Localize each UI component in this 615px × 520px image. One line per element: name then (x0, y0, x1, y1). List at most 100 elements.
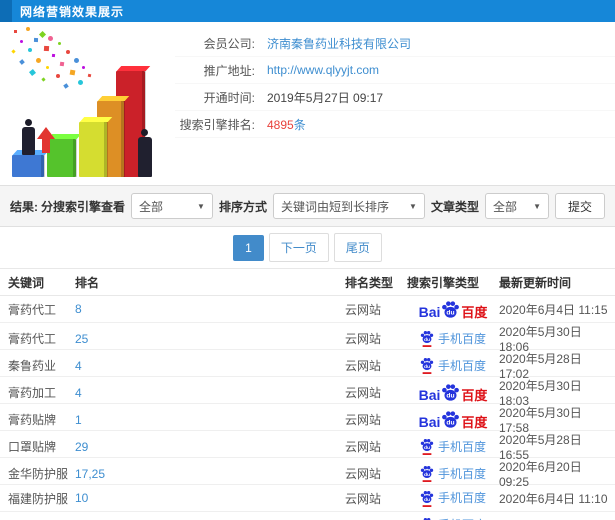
open-time-value: 2019年5月27日 09:17 (267, 90, 384, 105)
mobile-baidu-logo: du 手机百度 (420, 330, 486, 347)
table-body: 膏药代工 8 云网站 Bai du 百度 2020年6月4日 11:15 膏药代工 … (0, 296, 615, 520)
keyword-cell: 膏药代工 (8, 332, 57, 346)
chevron-down-icon: ▼ (533, 201, 541, 211)
chart-bar-green (47, 139, 77, 177)
sort-select[interactable]: 关键词由短到长排序 ▼ (272, 193, 425, 219)
baidu-paw-icon: du (420, 466, 434, 482)
businessman-figure-right (138, 129, 152, 177)
rank-link[interactable]: 25 (75, 332, 345, 346)
baidu-logo-cn: 百度 (461, 304, 488, 320)
engine-cell: du手机百度 (407, 357, 499, 374)
mobile-baidu-label: 手机百度 (437, 331, 486, 346)
chart-bar-blue (12, 155, 45, 177)
table-row: 福建防护服 10 云网站 du 手机百度 2020年6月4日 11:10 (0, 485, 615, 512)
baidu-paw-icon: du (420, 490, 434, 507)
svg-text:du: du (424, 337, 430, 343)
engine-select[interactable]: 全部 ▼ (130, 193, 213, 219)
filter-controls: 分搜索引擎查看 全部 ▼ 排序方式 关键词由短到长排序 ▼ 文章类型 全部 ▼ … (41, 193, 605, 219)
rank-count-unit: 条 (293, 117, 306, 132)
info-row-url: 推广地址: http://www.qlyyjt.com (175, 57, 615, 84)
chart-bar-yellow (79, 122, 108, 177)
col-rank-type: 排名类型 (345, 275, 394, 290)
svg-text:du: du (424, 472, 430, 478)
next-page-button[interactable]: 下一页 (268, 233, 329, 262)
page-1-button[interactable]: 1 (233, 234, 264, 261)
engine-cell: Bai du 百度 (407, 383, 499, 402)
company-link[interactable]: 济南秦鲁药业科技有限公司 (267, 35, 411, 52)
result-label: 结果: (10, 199, 38, 214)
keyword-cell: 膏药贴牌 (8, 413, 57, 427)
rank-type-cell: 云网站 (345, 413, 382, 427)
rank-type-cell: 云网站 (345, 491, 382, 506)
col-updated: 最新更新时间 (499, 275, 572, 290)
sort-filter-label: 排序方式 (218, 199, 267, 214)
table-row: 秦鲁药业 4 云网站 du 手机百度 2020年5月28日 17:02 (0, 350, 615, 381)
mobile-baidu-label: 手机百度 (437, 491, 486, 505)
rank-type-cell: 云网站 (345, 467, 382, 481)
baidu-logo: Bai du 百度 (419, 383, 488, 403)
title-bar-accent (0, 0, 12, 22)
updated-cell: 2020年6月4日 11:10 (499, 491, 608, 506)
updated-cell: 2020年6月20日 09:25 (499, 460, 582, 489)
article-type-label: 文章类型 (430, 199, 479, 214)
baidu-logo-bai: Bai (418, 303, 441, 320)
baidu-logo-cn: 百度 (461, 415, 488, 430)
table-row: du手机百度 (0, 512, 615, 520)
col-engine: 搜索引擎类型 (407, 275, 480, 290)
rank-link[interactable]: 4 (75, 386, 345, 400)
svg-text:du: du (447, 393, 455, 400)
rank-link[interactable]: 17,25 (75, 467, 345, 481)
rank-link[interactable]: 8 (75, 302, 345, 316)
baidu-paw-icon: du (420, 439, 434, 455)
rank-type-cell: 云网站 (345, 386, 382, 400)
last-page-button[interactable]: 尾页 (333, 233, 382, 262)
chevron-down-icon: ▼ (409, 201, 417, 211)
rank-count-number: 4895 (267, 117, 294, 132)
baidu-logo-cn: 百度 (461, 388, 488, 403)
info-section: 会员公司: 济南秦鲁药业科技有限公司 推广地址: http://www.qlyy… (0, 22, 615, 185)
engine-select-value: 全部 (138, 199, 163, 214)
keyword-cell: 福建防护服 (8, 491, 69, 506)
rank-link[interactable]: 4 (75, 359, 345, 373)
keyword-cell: 膏药代工 (8, 302, 57, 317)
table-row: 金华防护服 17,25 云网站 du 手机百度 2020年6月20日 09:25 (0, 458, 615, 489)
title-bar: 网络营销效果展示 (0, 0, 615, 22)
mobile-baidu-label: 手机百度 (437, 439, 486, 454)
table-header: 关键词 排名 排名类型 搜索引擎类型 最新更新时间 (0, 268, 615, 296)
pagination: 1 下一页 尾页 (0, 227, 615, 268)
svg-text:du: du (424, 496, 430, 502)
promo-url-label: 推广地址: (203, 63, 255, 78)
businessman-figure-left (22, 119, 35, 155)
info-row-open-time: 开通时间: 2019年5月27日 09:17 (175, 84, 615, 111)
open-time-label: 开通时间: (203, 90, 255, 105)
mobile-baidu-label: 手机百度 (437, 466, 486, 481)
rank-link[interactable]: 1 (75, 413, 345, 427)
ranking-table: 关键词 排名 排名类型 搜索引擎类型 最新更新时间 膏药代工 8 云网站 Bai… (0, 268, 615, 520)
engine-cell: du手机百度 (407, 517, 499, 520)
engine-cell: du 手机百度 (407, 330, 499, 347)
rank-link[interactable]: 29 (75, 440, 345, 454)
article-type-select[interactable]: 全部 ▼ (484, 193, 549, 219)
company-label: 会员公司: (203, 36, 255, 51)
svg-text:du: du (424, 445, 430, 451)
baidu-paw-icon: du (442, 300, 460, 318)
mobile-baidu-label: 手机百度 (437, 358, 486, 373)
rank-type-cell: 云网站 (345, 302, 382, 317)
article-type-select-value: 全部 (492, 199, 517, 214)
company-info: 会员公司: 济南秦鲁药业科技有限公司 推广地址: http://www.qlyy… (175, 22, 615, 185)
info-row-rank-count: 搜索引擎排名: 4895条 (175, 111, 615, 138)
baidu-paw-icon: du (442, 384, 460, 401)
baidu-logo: Bai du 百度 (418, 300, 488, 320)
page-title: 网络营销效果展示 (20, 4, 125, 19)
mobile-baidu-logo: du 手机百度 (420, 357, 486, 374)
table-row: 膏药代工 8 云网站 Bai du 百度 2020年6月4日 11:15 (0, 296, 615, 323)
info-row-company: 会员公司: 济南秦鲁药业科技有限公司 (175, 30, 615, 57)
submit-button[interactable]: 提交 (554, 193, 605, 219)
svg-text:du: du (447, 309, 455, 316)
sort-select-value: 关键词由短到长排序 (280, 199, 389, 214)
keyword-cell: 秦鲁药业 (8, 359, 57, 373)
rank-count-value: 4895条 (267, 116, 306, 133)
rank-link[interactable]: 10 (75, 491, 345, 505)
promo-url-link[interactable]: http://www.qlyyjt.com (267, 63, 379, 77)
baidu-paw-icon: du (442, 411, 460, 428)
